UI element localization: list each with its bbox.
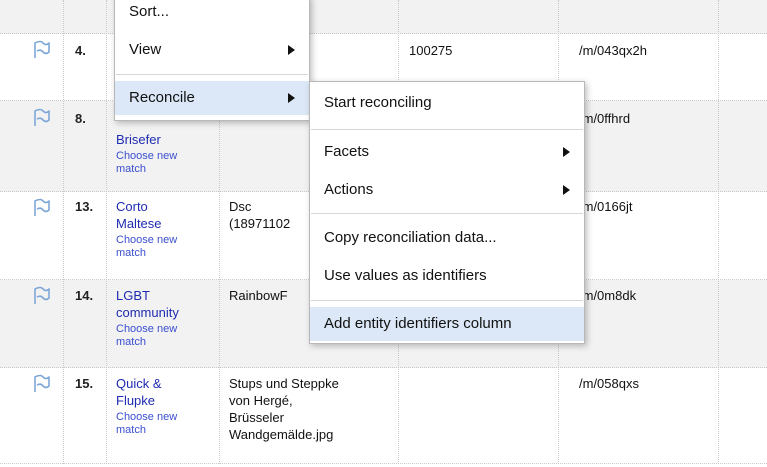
flag-icon[interactable] xyxy=(33,286,50,305)
id-cell: 100275 xyxy=(409,43,453,58)
choose-new-match-link[interactable]: Choose new match xyxy=(116,411,206,437)
menu-item-view[interactable]: View xyxy=(115,33,309,67)
topic-line: community xyxy=(116,305,179,320)
mid-cell: /m/0m8dk xyxy=(579,287,715,304)
flag-icon[interactable] xyxy=(33,40,50,59)
matched-topic-link[interactable]: LGBT community xyxy=(116,287,216,321)
matched-topic-link[interactable]: Quick & Flupke xyxy=(116,375,216,409)
menu-item-start-reconciling[interactable]: Start reconciling xyxy=(310,86,584,120)
menu-item-label: Sort... xyxy=(129,3,170,20)
menu-item-sort[interactable]: Sort... xyxy=(115,0,309,27)
mid-cell: /m/0166jt xyxy=(579,198,715,215)
chevron-right-icon xyxy=(288,45,295,55)
flag-icon[interactable] xyxy=(33,198,50,217)
menu-item-copy-reconciliation-data[interactable]: Copy reconciliation data... xyxy=(310,221,584,255)
menu-item-reconcile[interactable]: Reconcile xyxy=(115,81,309,115)
flag-icon[interactable] xyxy=(33,374,50,393)
menu-item-add-entity-identifiers-column[interactable]: Add entity identifiers column xyxy=(310,307,584,341)
row-number: 14. xyxy=(75,288,94,303)
row-number: 8. xyxy=(75,111,86,126)
menu-item-label: Use values as identifiers xyxy=(324,267,487,284)
description-line: Stups und Steppke xyxy=(229,376,339,391)
description-cell: RainbowF xyxy=(229,287,311,304)
choose-new-match-link[interactable]: Choose new match xyxy=(116,234,206,260)
menu-separator xyxy=(311,300,583,301)
mid-cell: /m/058qxs xyxy=(579,376,639,391)
menu-item-label: Copy reconciliation data... xyxy=(324,229,497,246)
mid-cell: /m/043qx2h xyxy=(579,43,647,58)
menu-item-facets[interactable]: Facets xyxy=(310,135,584,169)
reconcile-submenu: Start reconciling Facets Actions Copy re… xyxy=(309,81,585,344)
description-line: Wandgemälde.jpg xyxy=(229,427,334,442)
topic-line: Corto xyxy=(116,199,148,214)
menu-item-label: Start reconciling xyxy=(324,94,432,111)
choose-new-match-link[interactable]: Choose new match xyxy=(116,150,206,176)
column-menu: Sort... View Reconcile xyxy=(114,0,310,121)
mid-value: /m/0m8dk xyxy=(579,288,637,303)
description-line: (18971102 xyxy=(229,216,291,231)
topic-line: Flupke xyxy=(116,393,156,408)
matched-topic-link[interactable]: Brisefer xyxy=(116,131,216,148)
menu-separator xyxy=(311,129,583,130)
description-line: Dsc xyxy=(229,199,252,214)
row-number: 4. xyxy=(75,43,86,58)
menu-item-label: Actions xyxy=(324,181,374,198)
description-cell: Dsc (18971102 xyxy=(229,198,311,232)
menu-item-label: Add entity identifiers column xyxy=(324,315,512,332)
mid-cell: /m/0ffhrd xyxy=(579,110,715,127)
description-line: RainbowF xyxy=(229,288,288,303)
menu-item-label: Facets xyxy=(324,143,370,160)
menu-item-actions[interactable]: Actions xyxy=(310,173,584,207)
matched-topic-link[interactable]: Corto Maltese xyxy=(116,198,216,232)
topic-line: LGBT xyxy=(116,288,150,303)
topic-line: Maltese xyxy=(116,216,162,231)
row-number: 13. xyxy=(75,199,94,214)
topic-line: Quick & xyxy=(116,376,162,391)
name-cell: LGBT community Choose new match xyxy=(116,287,216,349)
menu-item-label: Reconcile xyxy=(129,89,195,106)
description-cell: Stups und Steppke von Hergé, Brüsseler W… xyxy=(229,375,394,443)
column-divider xyxy=(63,0,64,464)
name-cell: Quick & Flupke Choose new match xyxy=(116,375,216,437)
choose-new-match-link[interactable]: Choose new match xyxy=(116,323,206,349)
row-number: 15. xyxy=(75,376,94,391)
name-cell: Corto Maltese Choose new match xyxy=(116,198,216,260)
chevron-right-icon xyxy=(288,93,295,103)
description-line: Brüsseler xyxy=(229,410,284,425)
menu-item-label: View xyxy=(129,41,162,58)
mid-value: /m/0166jt xyxy=(579,199,633,214)
mid-value: /m/0ffhrd xyxy=(579,111,631,126)
menu-separator xyxy=(311,213,583,214)
name-cell: Brisefer Choose new match xyxy=(116,131,216,176)
flag-icon[interactable] xyxy=(33,108,50,127)
menu-item-use-values-as-identifiers[interactable]: Use values as identifiers xyxy=(310,259,584,293)
column-divider xyxy=(106,0,107,464)
menu-separator xyxy=(116,74,308,75)
chevron-right-icon xyxy=(563,147,570,157)
chevron-right-icon xyxy=(563,185,570,195)
description-line: von Hergé, xyxy=(229,393,293,408)
column-divider xyxy=(718,0,719,464)
